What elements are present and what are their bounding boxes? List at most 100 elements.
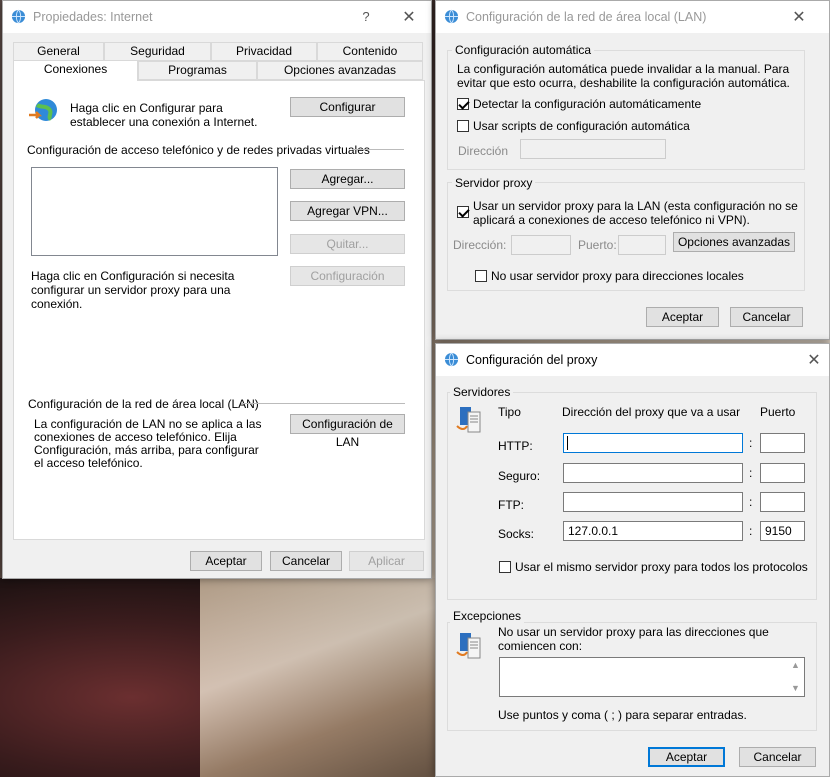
cancel-button[interactable]: Cancelar — [739, 747, 816, 767]
group-label: Excepciones — [450, 609, 525, 623]
window-title: Propiedades: Internet — [33, 10, 153, 24]
close-button[interactable]: ✕ — [399, 7, 419, 27]
http-label: HTTP: — [498, 439, 533, 453]
proxy-address-input[interactable] — [511, 235, 571, 255]
script-address-input[interactable] — [520, 139, 666, 159]
dialup-section-header: Configuración de acceso telefónico y de … — [27, 143, 370, 157]
proxy-hint-text: Haga clic en Configuración si necesita c… — [31, 269, 235, 311]
proxy-address-label: Dirección: — [453, 238, 507, 252]
bypass-local-checkbox[interactable] — [475, 270, 487, 282]
ftp-address-input[interactable] — [563, 492, 743, 512]
add-vpn-button[interactable]: Agregar VPN... — [290, 201, 405, 221]
socks-address-input[interactable]: 127.0.0.1 — [563, 521, 743, 541]
tab-programs[interactable]: Programas — [138, 61, 257, 80]
group-label: Configuración automática — [452, 43, 595, 57]
text-cursor — [567, 436, 568, 450]
divider — [352, 149, 404, 150]
http-port-input[interactable] — [760, 433, 805, 453]
address-column-header: Dirección del proxy que va a usar — [562, 405, 741, 419]
tab-content[interactable]: Contenido — [317, 42, 423, 61]
servers-icon — [456, 407, 481, 433]
setup-text: Haga clic en Configurar para establecer … — [70, 101, 258, 129]
ok-button[interactable]: Aceptar — [190, 551, 262, 571]
secure-port-input[interactable] — [760, 463, 805, 483]
exceptions-hint: Use puntos y coma ( ; ) para separar ent… — [498, 708, 747, 722]
checkbox-label: Usar un servidor proxy para la LAN (esta… — [473, 199, 798, 227]
close-button[interactable]: ✕ — [804, 350, 824, 370]
title-bar: Configuración del proxy ✕ — [436, 344, 829, 376]
proxy-settings-window: Configuración del proxy ✕ Servidores Tip… — [435, 343, 830, 777]
desktop-background-hair — [200, 578, 440, 777]
lan-section-header: Configuración de la red de área local (L… — [28, 397, 259, 411]
network-globe-icon — [29, 99, 57, 121]
tab-general[interactable]: General — [13, 42, 104, 61]
ok-button[interactable]: Aceptar — [646, 307, 719, 327]
title-bar: Configuración de la red de área local (L… — [436, 1, 829, 33]
exceptions-text: No usar un servidor proxy para las direc… — [498, 625, 769, 653]
add-button[interactable]: Agregar... — [290, 169, 405, 189]
checkbox-label: No usar servidor proxy para direcciones … — [491, 269, 744, 283]
lan-settings-button[interactable]: Configuración de LAN — [290, 414, 405, 449]
exceptions-textarea[interactable] — [499, 657, 805, 697]
checkbox-label: Usar scripts de configuración automática — [473, 119, 690, 133]
connections-listbox[interactable] — [31, 167, 278, 256]
cancel-button[interactable]: Cancelar — [270, 551, 342, 571]
separator: : — [749, 436, 753, 450]
divider — [241, 403, 405, 404]
tab-label: Privacidad — [235, 44, 293, 58]
port-label: Puerto: — [578, 238, 617, 252]
checkbox-label: Detectar la configuración automáticament… — [473, 97, 702, 111]
auto-script-checkbox[interactable] — [457, 120, 469, 132]
lan-text: La configuración de LAN no se aplica a l… — [34, 417, 262, 470]
separator: : — [749, 495, 753, 509]
window-title: Configuración de la red de área local (L… — [466, 10, 707, 24]
secure-label: Seguro: — [498, 469, 541, 483]
separator: : — [749, 466, 753, 480]
address-label: Dirección — [458, 144, 509, 158]
tab-security[interactable]: Seguridad — [104, 42, 211, 61]
internet-properties-window: Propiedades: Internet ? ✕ General Seguri… — [2, 0, 432, 579]
socks-label: Socks: — [498, 527, 535, 541]
window-title: Configuración del proxy — [466, 353, 598, 367]
secure-address-input[interactable] — [563, 463, 743, 483]
tab-label: Contenido — [342, 44, 398, 58]
same-proxy-checkbox[interactable] — [499, 561, 511, 573]
http-address-input[interactable] — [563, 433, 743, 453]
exceptions-icon — [456, 633, 481, 659]
ok-button[interactable]: Aceptar — [648, 747, 725, 767]
settings-button[interactable]: Configuración — [290, 266, 405, 286]
checkbox-label: Usar el mismo servidor proxy para todos … — [515, 560, 808, 574]
advanced-button[interactable]: Opciones avanzadas — [673, 232, 795, 252]
title-bar: Propiedades: Internet ? ✕ — [3, 1, 431, 33]
socks-port-input[interactable]: 9150 — [760, 521, 805, 541]
cancel-button[interactable]: Cancelar — [730, 307, 803, 327]
internet-options-icon — [444, 9, 459, 24]
tab-label: Opciones avanzadas — [283, 63, 397, 77]
type-column-header: Tipo — [498, 405, 521, 419]
detect-auto-checkbox[interactable] — [457, 98, 469, 110]
lan-settings-window: Configuración de la red de área local (L… — [435, 0, 830, 340]
use-proxy-checkbox[interactable] — [457, 206, 469, 218]
ftp-port-input[interactable] — [760, 492, 805, 512]
help-button[interactable]: ? — [356, 9, 376, 24]
ftp-label: FTP: — [498, 498, 524, 512]
scroll-down-icon[interactable]: ▼ — [791, 683, 800, 693]
port-column-header: Puerto — [760, 405, 796, 419]
internet-options-icon — [11, 9, 26, 24]
auto-config-text: La configuración automática puede invali… — [457, 62, 790, 90]
group-label: Servidores — [450, 385, 514, 399]
tab-label: General — [37, 44, 80, 58]
remove-button[interactable]: Quitar... — [290, 234, 405, 254]
tab-label: Conexiones — [43, 62, 108, 76]
tab-label: Seguridad — [130, 44, 185, 58]
tab-connections[interactable]: Conexiones — [13, 60, 138, 81]
close-button[interactable]: ✕ — [789, 7, 809, 27]
scroll-up-icon[interactable]: ▲ — [791, 660, 800, 670]
group-label: Servidor proxy — [452, 176, 536, 190]
tab-advanced[interactable]: Opciones avanzadas — [257, 61, 423, 80]
setup-button[interactable]: Configurar — [290, 97, 405, 117]
tab-privacy[interactable]: Privacidad — [211, 42, 317, 61]
apply-button[interactable]: Aplicar — [349, 551, 424, 571]
tab-label: Programas — [168, 63, 227, 77]
proxy-port-input[interactable] — [618, 235, 666, 255]
